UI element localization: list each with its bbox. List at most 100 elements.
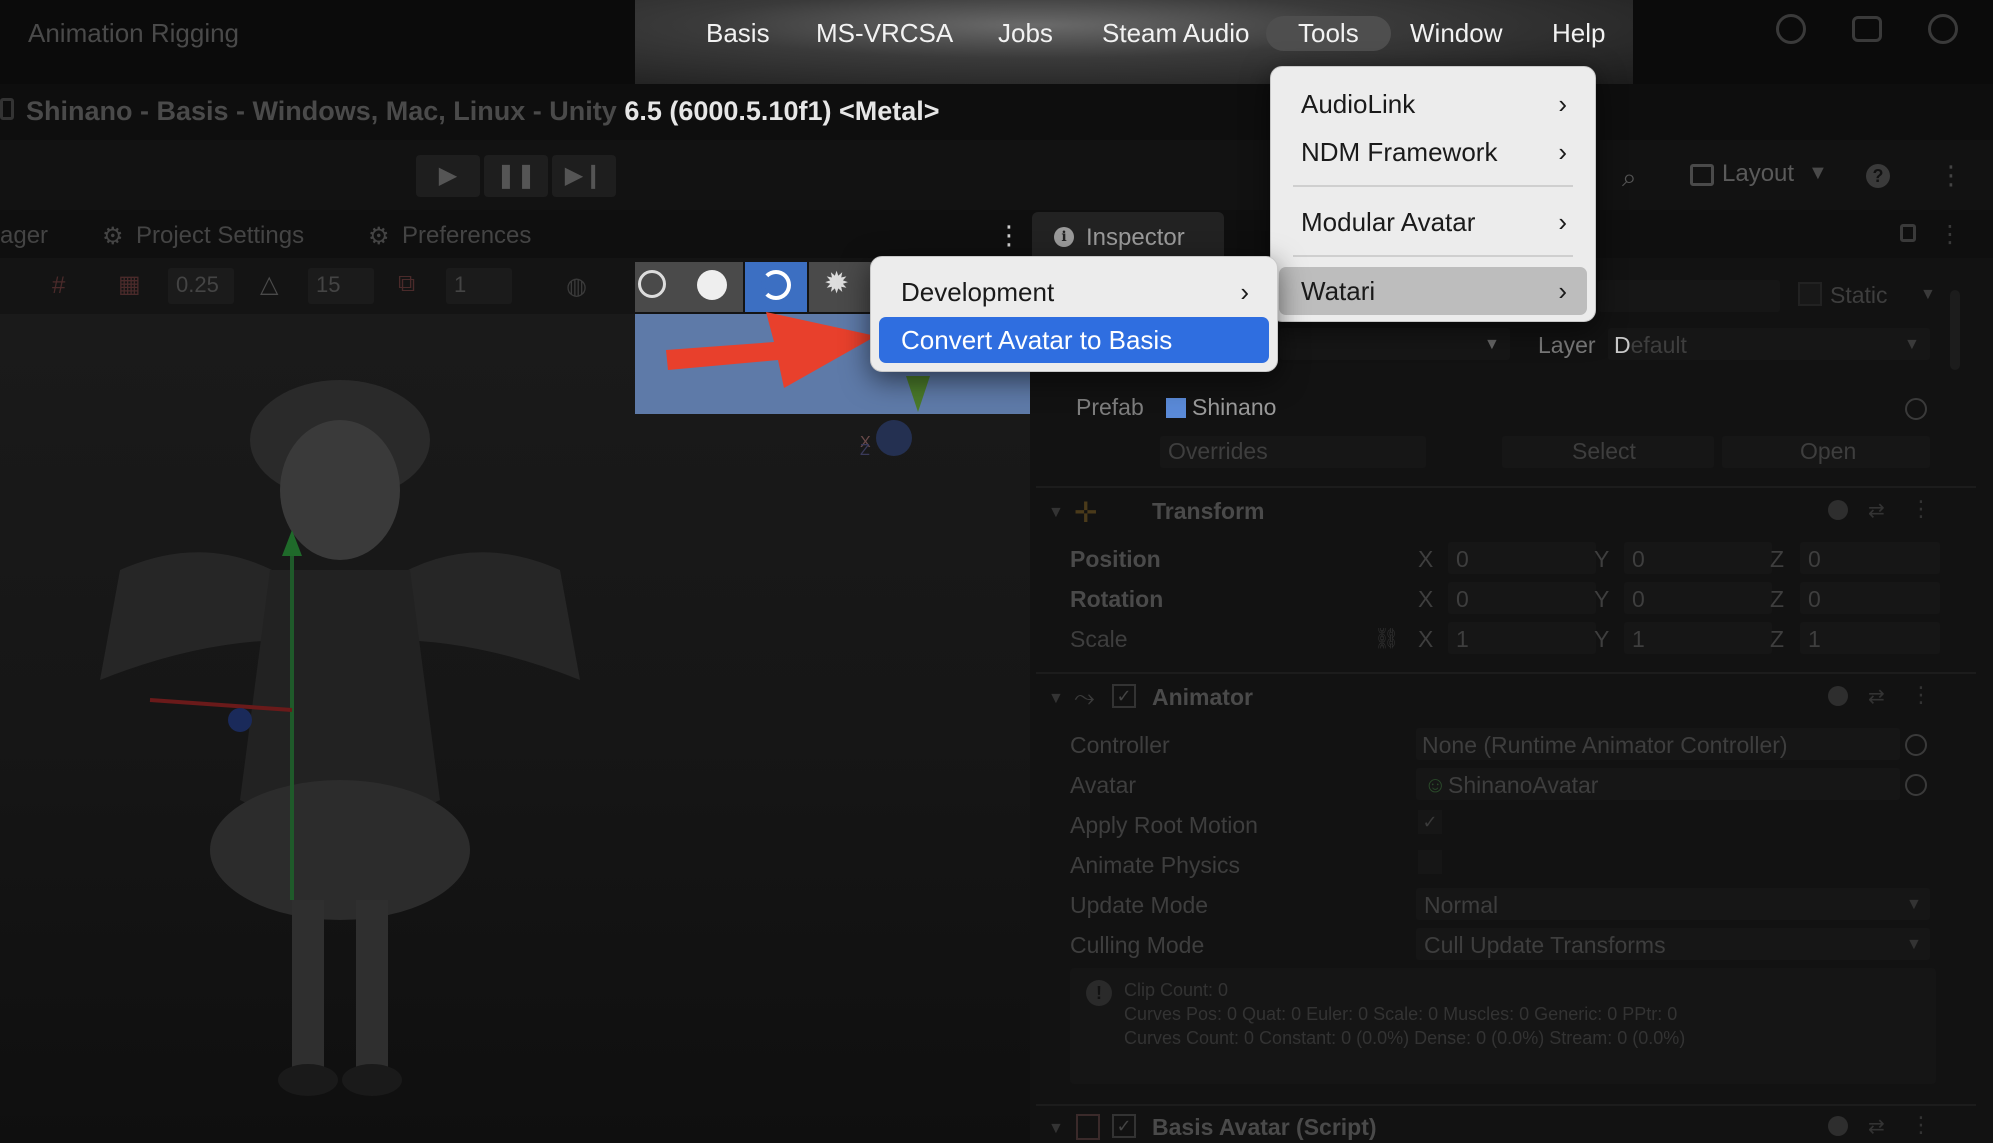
- snap-value-field[interactable]: 0.25: [168, 268, 234, 304]
- scale-snap-icon[interactable]: ⧉: [398, 270, 415, 298]
- globe-icon[interactable]: ◍: [566, 272, 587, 301]
- chevron-down-icon: ▼: [1906, 896, 1922, 913]
- position-z-field[interactable]: [1800, 542, 1940, 574]
- tab-preferences[interactable]: Preferences: [402, 222, 531, 250]
- tab-manager[interactable]: ager: [0, 222, 48, 250]
- rotation-x-field[interactable]: [1448, 582, 1596, 614]
- position-y-field[interactable]: [1624, 542, 1772, 574]
- scrollbar-thumb[interactable]: [1950, 290, 1960, 370]
- object-picker-icon[interactable]: [1905, 734, 1927, 756]
- gear-icon: ⚙: [368, 223, 390, 250]
- tab-inspector[interactable]: i Inspector: [1032, 212, 1224, 260]
- play-circle-icon[interactable]: [1776, 14, 1806, 44]
- snap-increment-icon[interactable]: ▦: [118, 270, 141, 299]
- wireframe-sphere-icon: [638, 270, 666, 298]
- scale-z-value: 1: [1808, 626, 1821, 652]
- menu-help[interactable]: Help: [1538, 16, 1619, 51]
- info-curves-pos: Curves Pos: 0 Quat: 0 Euler: 0 Scale: 0 …: [1124, 1004, 1678, 1024]
- axis-x-label: X: [1418, 546, 1434, 572]
- animator-enabled-checkbox[interactable]: ✓: [1112, 684, 1136, 708]
- help-icon[interactable]: [1828, 500, 1848, 520]
- script-enabled-checkbox[interactable]: ✓: [1112, 1114, 1136, 1138]
- controller-value: None (Runtime Animator Controller): [1422, 732, 1788, 758]
- info-curves-count: Curves Count: 0 Constant: 0 (0.0%) Dense…: [1124, 1028, 1686, 1048]
- presets-icon[interactable]: ⇄: [1868, 684, 1885, 709]
- menu-item-ndm-framework[interactable]: NDM Framework ›: [1279, 129, 1587, 175]
- presets-icon[interactable]: ⇄: [1868, 498, 1885, 523]
- scale-x-value: 1: [1456, 626, 1469, 652]
- foldout-arrow-icon[interactable]: ▼: [1048, 504, 1064, 522]
- object-picker-icon[interactable]: [1905, 774, 1927, 796]
- scale-value-field[interactable]: 1: [446, 268, 512, 304]
- menubar-animation-rigging[interactable]: Animation Rigging: [28, 18, 239, 49]
- play-button[interactable]: ▶: [416, 155, 480, 197]
- rotation-z-field[interactable]: [1800, 582, 1940, 614]
- rotation-y-field[interactable]: [1624, 582, 1772, 614]
- menu-item-convert-avatar-to-basis[interactable]: Convert Avatar to Basis: [879, 317, 1269, 363]
- tab-project-settings[interactable]: Project Settings: [136, 222, 304, 250]
- chevron-down-icon: ▼: [1808, 162, 1828, 184]
- menu-separator: [1293, 255, 1573, 257]
- lock-icon[interactable]: [1900, 224, 1916, 242]
- tag-dropdown[interactable]: [1280, 328, 1510, 360]
- prefab-value[interactable]: Shinano: [1192, 394, 1276, 421]
- more-vertical-icon[interactable]: ⋮: [1938, 160, 1964, 191]
- menu-ms-vrcsa[interactable]: MS-VRCSA: [802, 16, 967, 51]
- menu-item-audiolink[interactable]: AudioLink ›: [1279, 81, 1587, 127]
- help-icon[interactable]: [1828, 1116, 1848, 1136]
- angle-snap-icon[interactable]: △: [260, 270, 278, 299]
- grid-snap-icon[interactable]: #: [52, 272, 65, 300]
- menu-item-modular-avatar[interactable]: Modular Avatar ›: [1279, 199, 1587, 245]
- menu-item-watari[interactable]: Watari ›: [1279, 267, 1587, 315]
- transform-title[interactable]: Transform: [1152, 498, 1264, 525]
- name-field-tail[interactable]: [1598, 280, 1780, 312]
- more-vertical-icon[interactable]: ⋮: [1938, 220, 1962, 249]
- animator-title[interactable]: Animator: [1152, 684, 1253, 711]
- scale-z-field[interactable]: [1800, 622, 1940, 654]
- menu-basis[interactable]: Basis: [692, 16, 784, 51]
- menu-steam-audio[interactable]: Steam Audio: [1088, 16, 1263, 51]
- more-vertical-icon[interactable]: ⋮: [1910, 496, 1932, 522]
- menu-tools[interactable]: Tools: [1266, 16, 1391, 51]
- more-vertical-icon[interactable]: ⋮: [996, 220, 1022, 251]
- info-clip-count: Clip Count: 0: [1124, 980, 1229, 1000]
- basis-avatar-script-title[interactable]: Basis Avatar (Script): [1152, 1114, 1377, 1141]
- layer-value: Default: [1614, 332, 1687, 359]
- presets-icon[interactable]: ⇄: [1868, 1114, 1885, 1139]
- layer-value-rest: efault: [1630, 332, 1687, 358]
- menu-window[interactable]: Window: [1396, 16, 1516, 51]
- pause-button[interactable]: ❚❚: [484, 155, 548, 197]
- static-checkbox[interactable]: [1798, 282, 1822, 306]
- help-icon[interactable]: ?: [1866, 164, 1890, 188]
- more-vertical-icon[interactable]: ⋮: [1910, 682, 1932, 708]
- step-button[interactable]: ▶❙: [552, 155, 616, 197]
- layers-icon[interactable]: [1852, 16, 1882, 42]
- gizmo-center[interactable]: [876, 420, 912, 456]
- axis-z-label: Z: [1770, 586, 1785, 612]
- help-icon[interactable]: [1828, 686, 1848, 706]
- foldout-arrow-icon[interactable]: ▼: [1048, 1120, 1064, 1138]
- gear-icon: ⚙: [102, 223, 124, 250]
- more-vertical-icon[interactable]: ⋮: [1910, 1112, 1932, 1138]
- search-icon[interactable]: ⌕: [1622, 162, 1637, 194]
- axis-y-label: Y: [1594, 586, 1610, 612]
- scale-x-field[interactable]: [1448, 622, 1596, 654]
- menu-item-development[interactable]: Development ›: [879, 269, 1269, 315]
- foldout-arrow-icon[interactable]: ▼: [1048, 690, 1064, 708]
- position-x-field[interactable]: [1448, 542, 1596, 574]
- history-icon[interactable]: [1928, 14, 1958, 44]
- scale-y-field[interactable]: [1624, 622, 1772, 654]
- axis-x-label: X: [1418, 626, 1434, 652]
- animate-physics-checkbox[interactable]: [1418, 850, 1442, 874]
- constrain-proportions-icon[interactable]: ⛓: [1374, 626, 1399, 651]
- apply-root-motion-checkbox[interactable]: ✓: [1418, 810, 1442, 834]
- object-picker-icon[interactable]: [1905, 398, 1927, 420]
- rotation-x-value: 0: [1456, 586, 1469, 612]
- menu-jobs[interactable]: Jobs: [984, 16, 1067, 51]
- angle-value-field[interactable]: 15: [308, 268, 374, 304]
- info-icon: !: [1086, 980, 1112, 1006]
- position-y-value: 0: [1632, 546, 1645, 572]
- layout-dropdown[interactable]: Layout: [1722, 160, 1794, 188]
- layer-label: Layer: [1538, 332, 1596, 358]
- avatar-model[interactable]: [60, 380, 620, 1120]
